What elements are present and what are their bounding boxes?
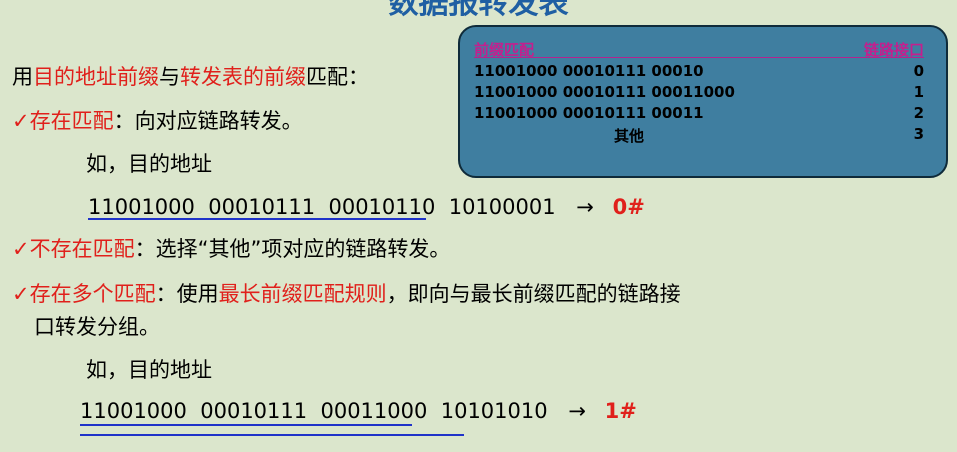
case-multi-line: ✓存在多个匹配：使用最长前缀匹配规则，即向与最长前缀匹配的链路接 [12,281,681,307]
table-row-interface: 0 [913,62,924,80]
example1-address-matched: 11001000 00010111 00010 [88,195,396,219]
intro-highlight-table-prefix: 转发表的前缀 [180,65,306,89]
example2-address-matched: 11001000 00010111 00011000 [80,399,428,423]
example2-address: 11001000 00010111 00011000 10101010 → 1# [80,398,637,424]
arrow-right-icon: → [568,399,586,423]
case-match-text: ：向对应链路转发。 [113,109,303,133]
table-header-prefix: 前缀匹配 [474,41,535,59]
case-multi-label: 存在多个匹配 [29,282,156,306]
case-match-label: 存在匹配 [29,109,114,133]
example2-address-rest: 10101010 [427,399,548,423]
example1-underline [88,218,426,220]
example2-result: 1# [604,399,637,423]
case-nomatch-text: ：选择“其他”项对应的链路转发。 [134,237,451,261]
case-multi-text1: ：使用 [155,282,219,306]
table-row-interface: 3 [913,125,924,143]
check-icon: ✓ [12,282,30,306]
table-header-interface: 链路接口 [863,41,924,59]
table-header: 前缀匹配 链路接口 [474,39,924,59]
example2-underline-inner [80,424,412,426]
check-icon: ✓ [12,109,30,133]
example2-label: 如，目的地址 [86,358,212,382]
check-icon: ✓ [12,237,30,261]
table-row-prefix: 其他 [614,127,645,145]
table-row: 11001000 00010111 00011000 1 [474,83,924,103]
intro-suffix: 匹配： [306,65,369,89]
table-row-prefix: 11001000 00010111 00011 [474,104,704,122]
table-row-interface: 1 [913,83,924,101]
table-row-interface: 2 [913,104,924,122]
slide: 数据报转发表 用目的地址前缀与转发表的前缀匹配： ✓存在匹配：向对应链路转发。 … [0,0,957,452]
intro-mid: 与 [159,65,180,89]
table-row-prefix: 11001000 00010111 00010 [474,62,704,80]
table-row: 11001000 00010111 00011 2 [474,104,924,124]
forwarding-table: 前缀匹配 链路接口 11001000 00010111 00010 0 1100… [458,25,948,178]
table-row-prefix: 11001000 00010111 00011000 [474,83,735,101]
intro-line: 用目的地址前缀与转发表的前缀匹配： [12,64,369,90]
example1-result: 0# [612,195,645,219]
case-multi-continuation: 口转发分组。 [34,315,160,339]
intro-prefix: 用 [12,65,33,89]
table-row: 其他 3 [474,125,924,145]
case-nomatch-line: ✓不存在匹配：选择“其他”项对应的链路转发。 [12,236,450,262]
arrow-right-icon: → [576,195,594,219]
case-match-line: ✓存在匹配：向对应链路转发。 [12,108,303,134]
intro-highlight-dest-prefix: 目的地址前缀 [33,65,159,89]
case-multi-text2: ，即向与最长前缀匹配的链路接 [386,282,681,306]
page-title: 数据报转发表 [388,0,569,21]
example1-address: 11001000 00010111 00010110 10100001 → 0# [88,194,645,220]
example2-underline-outer [80,434,464,436]
table-row: 11001000 00010111 00010 0 [474,62,924,82]
case-nomatch-label: 不存在匹配 [29,237,135,261]
example1-label: 如，目的地址 [86,152,212,176]
case-multi-rule: 最长前缀匹配规则 [218,282,387,306]
example1-address-rest: 110 10100001 [395,195,556,219]
